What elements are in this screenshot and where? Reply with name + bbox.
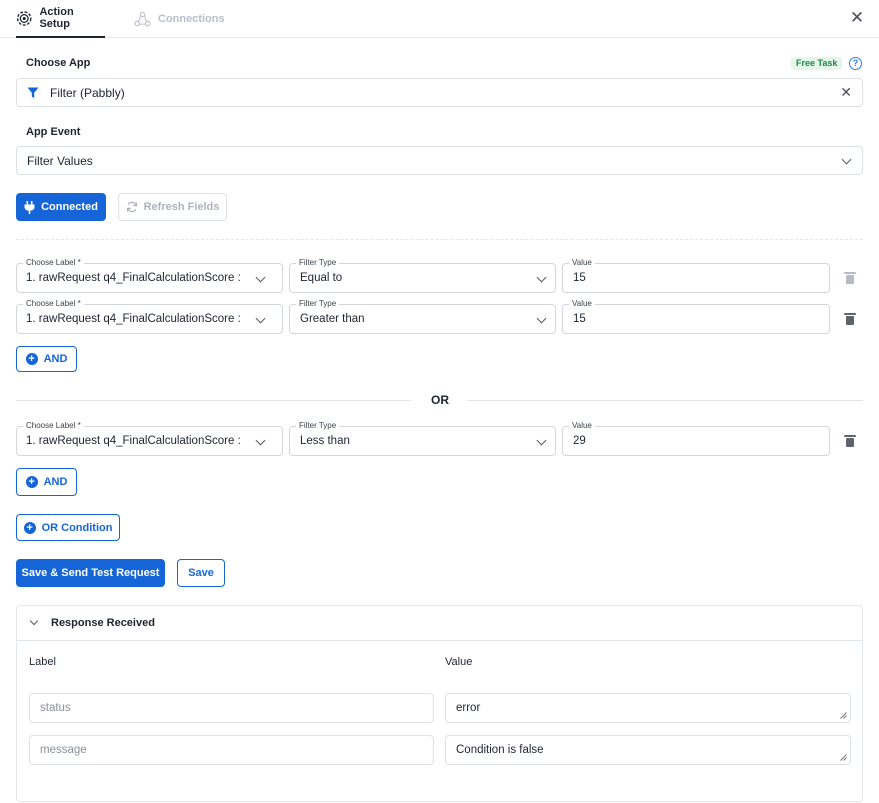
help-icon[interactable]: ? bbox=[849, 57, 862, 70]
value-caption: Value bbox=[569, 421, 595, 431]
filter-icon bbox=[27, 87, 39, 98]
app-event-select[interactable]: Filter Values bbox=[16, 146, 863, 175]
plug-icon bbox=[24, 200, 35, 214]
choose-label-select[interactable]: Choose Label * 1. rawRequest q4_FinalCal… bbox=[16, 299, 283, 334]
value-text: 15 bbox=[573, 313, 586, 325]
value-caption: Value bbox=[569, 258, 595, 268]
response-value-field[interactable]: Condition is false bbox=[445, 735, 851, 765]
chevron-down-icon bbox=[841, 154, 852, 165]
plus-circle-icon: + bbox=[23, 521, 36, 534]
response-value-text: error bbox=[456, 702, 481, 714]
response-panel-header[interactable]: Response Received bbox=[17, 606, 862, 641]
trash-icon[interactable] bbox=[844, 272, 856, 284]
value-text: 15 bbox=[573, 272, 586, 284]
choose-label-caption: Choose Label * bbox=[23, 421, 84, 431]
app-event-label: App Event bbox=[26, 126, 81, 138]
filter-type-caption: Filter Type bbox=[296, 299, 340, 309]
resize-handle-icon[interactable] bbox=[840, 712, 847, 719]
label-column-header: Label bbox=[29, 656, 56, 668]
value-input[interactable]: Value 15 bbox=[562, 299, 830, 334]
save-send-test-button[interactable]: Save & Send Test Request bbox=[16, 559, 165, 587]
trash-icon[interactable] bbox=[844, 313, 856, 325]
and-label: AND bbox=[43, 353, 68, 365]
tab-bar: Action Setup Connections ✕ bbox=[0, 0, 879, 38]
chevron-down-icon bbox=[255, 272, 266, 283]
choose-label-select[interactable]: Choose Label * 1. rawRequest q4_FinalCal… bbox=[16, 258, 283, 293]
tab-action-setup-label: Action Setup bbox=[39, 6, 74, 30]
value-column-header: Value bbox=[445, 656, 473, 668]
response-panel: Response Received Label Value status err… bbox=[16, 605, 863, 802]
value-input[interactable]: Value 29 bbox=[562, 421, 830, 456]
resize-handle-icon[interactable] bbox=[840, 754, 847, 761]
filter-type-value: Less than bbox=[300, 435, 350, 447]
choose-label-value: 1. rawRequest q4_FinalCalculationScore : bbox=[26, 435, 241, 447]
clear-app-icon[interactable]: ✕ bbox=[840, 84, 852, 101]
tab-connections[interactable]: Connections bbox=[134, 0, 225, 38]
save-send-test-label: Save & Send Test Request bbox=[21, 567, 160, 579]
close-icon[interactable]: ✕ bbox=[849, 9, 865, 26]
response-label-field[interactable]: message bbox=[29, 735, 434, 765]
chevron-down-icon bbox=[29, 616, 39, 626]
response-label-field[interactable]: status bbox=[29, 693, 434, 723]
value-caption: Value bbox=[569, 299, 595, 309]
filter-type-select[interactable]: Filter Type Equal to bbox=[289, 258, 556, 293]
plus-circle-icon: + bbox=[25, 353, 38, 365]
filter-type-select[interactable]: Filter Type Less than bbox=[289, 421, 556, 456]
divider bbox=[16, 239, 863, 240]
response-label-text: status bbox=[40, 702, 71, 714]
chevron-down-icon bbox=[536, 435, 547, 446]
choose-label-caption: Choose Label * bbox=[23, 299, 84, 309]
refresh-fields-label: Refresh Fields bbox=[143, 201, 220, 213]
choose-label-value: 1. rawRequest q4_FinalCalculationScore : bbox=[26, 313, 241, 325]
value-text: 29 bbox=[573, 435, 586, 447]
response-label-text: message bbox=[40, 744, 87, 756]
refresh-fields-button[interactable]: Refresh Fields bbox=[118, 193, 227, 221]
or-condition-button[interactable]: + OR Condition bbox=[16, 514, 120, 541]
filter-type-value: Greater than bbox=[300, 313, 365, 325]
or-divider-label: OR bbox=[431, 393, 449, 407]
choose-label-select[interactable]: Choose Label * 1. rawRequest q4_FinalCal… bbox=[16, 421, 283, 456]
app-select-value: Filter (Pabbly) bbox=[50, 86, 125, 100]
response-value-text: Condition is false bbox=[456, 744, 544, 756]
chevron-down-icon bbox=[255, 435, 266, 446]
filter-type-caption: Filter Type bbox=[296, 421, 340, 431]
tab-action-setup[interactable]: Action Setup bbox=[16, 0, 105, 38]
app-select[interactable]: Filter (Pabbly) ✕ bbox=[16, 78, 863, 107]
connections-icon bbox=[134, 11, 151, 26]
filter-type-value: Equal to bbox=[300, 272, 343, 284]
filter-type-caption: Filter Type bbox=[296, 258, 340, 268]
chevron-down-icon bbox=[536, 272, 547, 283]
response-title: Response Received bbox=[51, 617, 155, 629]
or-condition-label: OR Condition bbox=[41, 521, 113, 534]
choose-label-caption: Choose Label * bbox=[23, 258, 84, 268]
action-setup-icon bbox=[16, 10, 32, 26]
save-label: Save bbox=[188, 567, 214, 579]
connected-button[interactable]: Connected bbox=[16, 193, 106, 221]
choose-label-value: 1. rawRequest q4_FinalCalculationScore : bbox=[26, 272, 241, 284]
and-button[interactable]: + AND bbox=[16, 468, 77, 496]
plus-circle-icon: + bbox=[25, 476, 38, 488]
choose-app-label: Choose App bbox=[26, 57, 91, 69]
save-button[interactable]: Save bbox=[177, 559, 225, 587]
chevron-down-icon bbox=[255, 313, 266, 324]
app-event-value: Filter Values bbox=[27, 154, 93, 168]
refresh-icon bbox=[126, 201, 137, 213]
filter-type-select[interactable]: Filter Type Greater than bbox=[289, 299, 556, 334]
and-label: AND bbox=[43, 476, 68, 488]
or-divider-line-right bbox=[467, 400, 863, 401]
value-input[interactable]: Value 15 bbox=[562, 258, 830, 293]
tab-connections-label: Connections bbox=[158, 13, 225, 25]
response-value-field[interactable]: error bbox=[445, 693, 851, 723]
and-button[interactable]: + AND bbox=[16, 346, 77, 372]
connected-label: Connected bbox=[41, 201, 98, 213]
trash-icon[interactable] bbox=[844, 435, 856, 447]
chevron-down-icon bbox=[536, 313, 547, 324]
or-divider-line-left bbox=[16, 400, 411, 401]
free-task-badge: Free Task bbox=[791, 57, 843, 70]
